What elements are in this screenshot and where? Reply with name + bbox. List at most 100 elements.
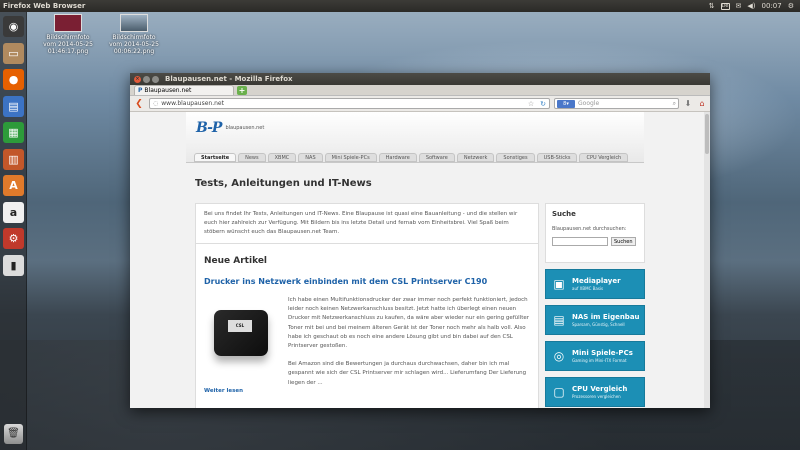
search-engine-google[interactable]: 8▾: [557, 99, 575, 108]
nav-tab-software[interactable]: Software: [418, 153, 455, 162]
nav-tab-news[interactable]: News: [238, 153, 266, 162]
promo-title: NAS im Eigenbau: [572, 313, 640, 321]
nav-tab-netzwerk[interactable]: Netzwerk: [456, 153, 495, 162]
network-icon[interactable]: ⇅: [709, 2, 715, 10]
favicon-icon: P: [138, 87, 143, 94]
indicator-area: ⇅ De ✉ ◀) 00:07 ⚙: [709, 2, 800, 10]
bookmark-star-icon[interactable]: ☆: [528, 100, 534, 108]
site-search-box: Suche Blaupausen.net durchsuchen: Suchen: [545, 203, 645, 263]
launcher-files-icon[interactable]: ▭: [3, 42, 24, 64]
intro-text: Bei uns findet Ihr Tests, Anleitungen un…: [204, 211, 518, 235]
navigation-toolbar: ❮ ◌ www.blaupausen.net ☆ ↻ 8▾ Google ⌕ ⬇…: [130, 96, 710, 112]
promo-nas-im-eigenbau[interactable]: ▤ NAS im Eigenbau Sparsam, Günstig, Schnel…: [545, 305, 645, 335]
page-title: Tests, Anleitungen und IT-News: [195, 178, 372, 189]
home-icon[interactable]: ⌂: [697, 99, 707, 109]
window-titlebar[interactable]: × Blaupausen.net - Mozilla Firefox: [130, 73, 710, 85]
promo-subtitle: Gaming im Mini-ITX Format: [572, 358, 627, 363]
url-bar[interactable]: ◌ www.blaupausen.net ☆ ↻: [149, 98, 550, 109]
launcher: ◉ ▭ ● ▤ ▦ ▥ Aa ⚙ ▮: [0, 12, 27, 450]
site-search-button[interactable]: Suchen: [611, 237, 636, 246]
site-nav: Startseite News XBMC NAS Mini Spiele-PCs Hard…: [194, 153, 629, 162]
launcher-impress-icon[interactable]: ▥: [3, 148, 24, 170]
nav-tab-mini-spiele-pcs[interactable]: Mini Spiele-PCs: [324, 153, 377, 162]
desktop-file-screenshot-1[interactable]: Bildschirmfoto vom 2014-05-25 01:46:17.p…: [40, 14, 96, 55]
mail-icon[interactable]: ✉: [736, 2, 742, 10]
back-icon[interactable]: ❮: [133, 98, 145, 110]
maximize-icon[interactable]: [152, 75, 159, 83]
divider: [196, 243, 538, 244]
launcher-amazon-icon[interactable]: a: [3, 201, 24, 223]
sidebar: Suche Blaupausen.net durchsuchen: Suchen…: [545, 203, 645, 408]
image-file-icon: [54, 14, 82, 32]
launcher-calc-icon[interactable]: ▦: [3, 122, 24, 143]
promo-mini-spiele-pcs[interactable]: ◎ Mini Spiele-PCs Gaming im Mini-ITX Forma…: [545, 341, 645, 371]
promo-list: ▣ Mediaplayer auf XBMC Basis ▤ NAS im Eigenb…: [545, 269, 645, 408]
launcher-dash-home-icon[interactable]: ◉: [3, 16, 24, 37]
desktop-file-screenshot-2[interactable]: Bildschirmfoto vom 2014-05-25 00:06:22.p…: [106, 14, 162, 55]
download-icon[interactable]: ⬇: [683, 99, 693, 109]
nav-tab-cpu-vergleich[interactable]: CPU Vergleich: [579, 153, 629, 162]
globe-icon: ◌: [153, 100, 159, 107]
desktop-file-label: Bildschirmfoto vom 2014-05-25 01:46:17.p…: [43, 34, 93, 55]
launcher-system-settings-icon[interactable]: ⚙: [3, 228, 24, 249]
volume-icon[interactable]: ◀): [747, 2, 755, 10]
read-more-link[interactable]: Weiter lesen: [204, 388, 280, 394]
section-heading: Neue Artikel: [204, 256, 268, 266]
promo-cpu-vergleich[interactable]: ▢ CPU Vergleich Prozessoren vergleichen: [545, 377, 645, 407]
nav-tab-hardware[interactable]: Hardware: [378, 153, 417, 162]
main-content: Bei uns findet Ihr Tests, Anleitungen un…: [195, 203, 539, 408]
scrollbar[interactable]: [704, 112, 710, 408]
firefox-window: × Blaupausen.net - Mozilla Firefox P Bla…: [130, 73, 710, 408]
article-title-link[interactable]: Drucker ins Netzwerk einbinden mit dem C…: [204, 277, 530, 286]
close-icon[interactable]: ×: [134, 75, 141, 83]
keyboard-layout-indicator[interactable]: De: [720, 2, 730, 10]
tab-blaupausen[interactable]: P Blaupausen.net: [134, 85, 234, 95]
image-file-icon: [120, 14, 148, 32]
nav-tab-sonstiges[interactable]: Sonstiges: [496, 153, 535, 162]
promo-title: Mediaplayer: [572, 277, 621, 285]
promo-mediaplayer[interactable]: ▣ Mediaplayer auf XBMC Basis: [545, 269, 645, 299]
desktop-file-label: Bildschirmfoto vom 2014-05-25 00:06:22.p…: [109, 34, 159, 55]
promo-icon: ▢: [553, 385, 565, 399]
clock[interactable]: 00:07: [762, 2, 782, 10]
trash-icon[interactable]: 🗑: [4, 424, 23, 444]
search-bar[interactable]: 8▾ Google ⌕: [554, 98, 679, 109]
promo-icon: ▤: [553, 313, 565, 327]
web-page: B-P blaupausen.net Startseite News XBMC NAS…: [130, 112, 704, 408]
launcher-writer-icon[interactable]: ▤: [3, 95, 24, 117]
window-title: Blaupausen.net - Mozilla Firefox: [165, 75, 293, 83]
new-tab-button[interactable]: +: [237, 86, 247, 95]
launcher-firefox-icon[interactable]: ●: [3, 69, 24, 90]
gear-icon[interactable]: ⚙: [788, 2, 794, 10]
tab-strip: P Blaupausen.net +: [130, 85, 710, 96]
article-excerpt: Ich habe einen Multifunktionsdrucker der…: [288, 297, 530, 386]
active-app-title: Firefox Web Browser: [3, 2, 86, 10]
article-left: CSL Weiter lesen: [204, 296, 280, 397]
scrollbar-thumb[interactable]: [705, 114, 709, 154]
nav-tab-nas[interactable]: NAS: [298, 153, 323, 162]
printserver-image[interactable]: CSL: [204, 296, 280, 384]
promo-subtitle: Sparsam, Günstig, Schnell: [572, 322, 625, 327]
nav-tab-startseite[interactable]: Startseite: [194, 153, 237, 162]
reload-icon[interactable]: ↻: [540, 100, 546, 108]
minimize-icon[interactable]: [143, 75, 150, 83]
promo-subtitle: Prozessoren vergleichen: [572, 394, 621, 399]
site-logo[interactable]: B-P blaupausen.net: [196, 120, 264, 136]
promo-title: Mini Spiele-PCs: [572, 349, 633, 357]
promo-subtitle: auf XBMC Basis: [572, 286, 604, 291]
promo-icon: ◎: [553, 349, 565, 363]
search-icon[interactable]: ⌕: [673, 100, 676, 108]
url-text: www.blaupausen.net: [161, 100, 224, 107]
launcher-software-center-icon[interactable]: A: [3, 175, 24, 196]
launcher-usb-drive-icon[interactable]: ▮: [3, 254, 24, 276]
top-panel: Firefox Web Browser ⇅ De ✉ ◀) 00:07 ⚙: [0, 0, 800, 12]
promo-title: CPU Vergleich: [572, 385, 628, 393]
search-label: Blaupausen.net durchsuchen:: [552, 226, 627, 232]
nav-tab-xbmc[interactable]: XBMC: [267, 153, 297, 162]
article-teaser: CSL Weiter lesen Ich habe einen Multifun…: [204, 296, 530, 397]
promo-icon: ▣: [553, 277, 565, 291]
tab-label: Blaupausen.net: [144, 87, 192, 94]
nav-tab-usb-sticks[interactable]: USB-Sticks: [536, 153, 578, 162]
site-search-input[interactable]: [552, 237, 608, 246]
nav-divider: [186, 162, 644, 163]
